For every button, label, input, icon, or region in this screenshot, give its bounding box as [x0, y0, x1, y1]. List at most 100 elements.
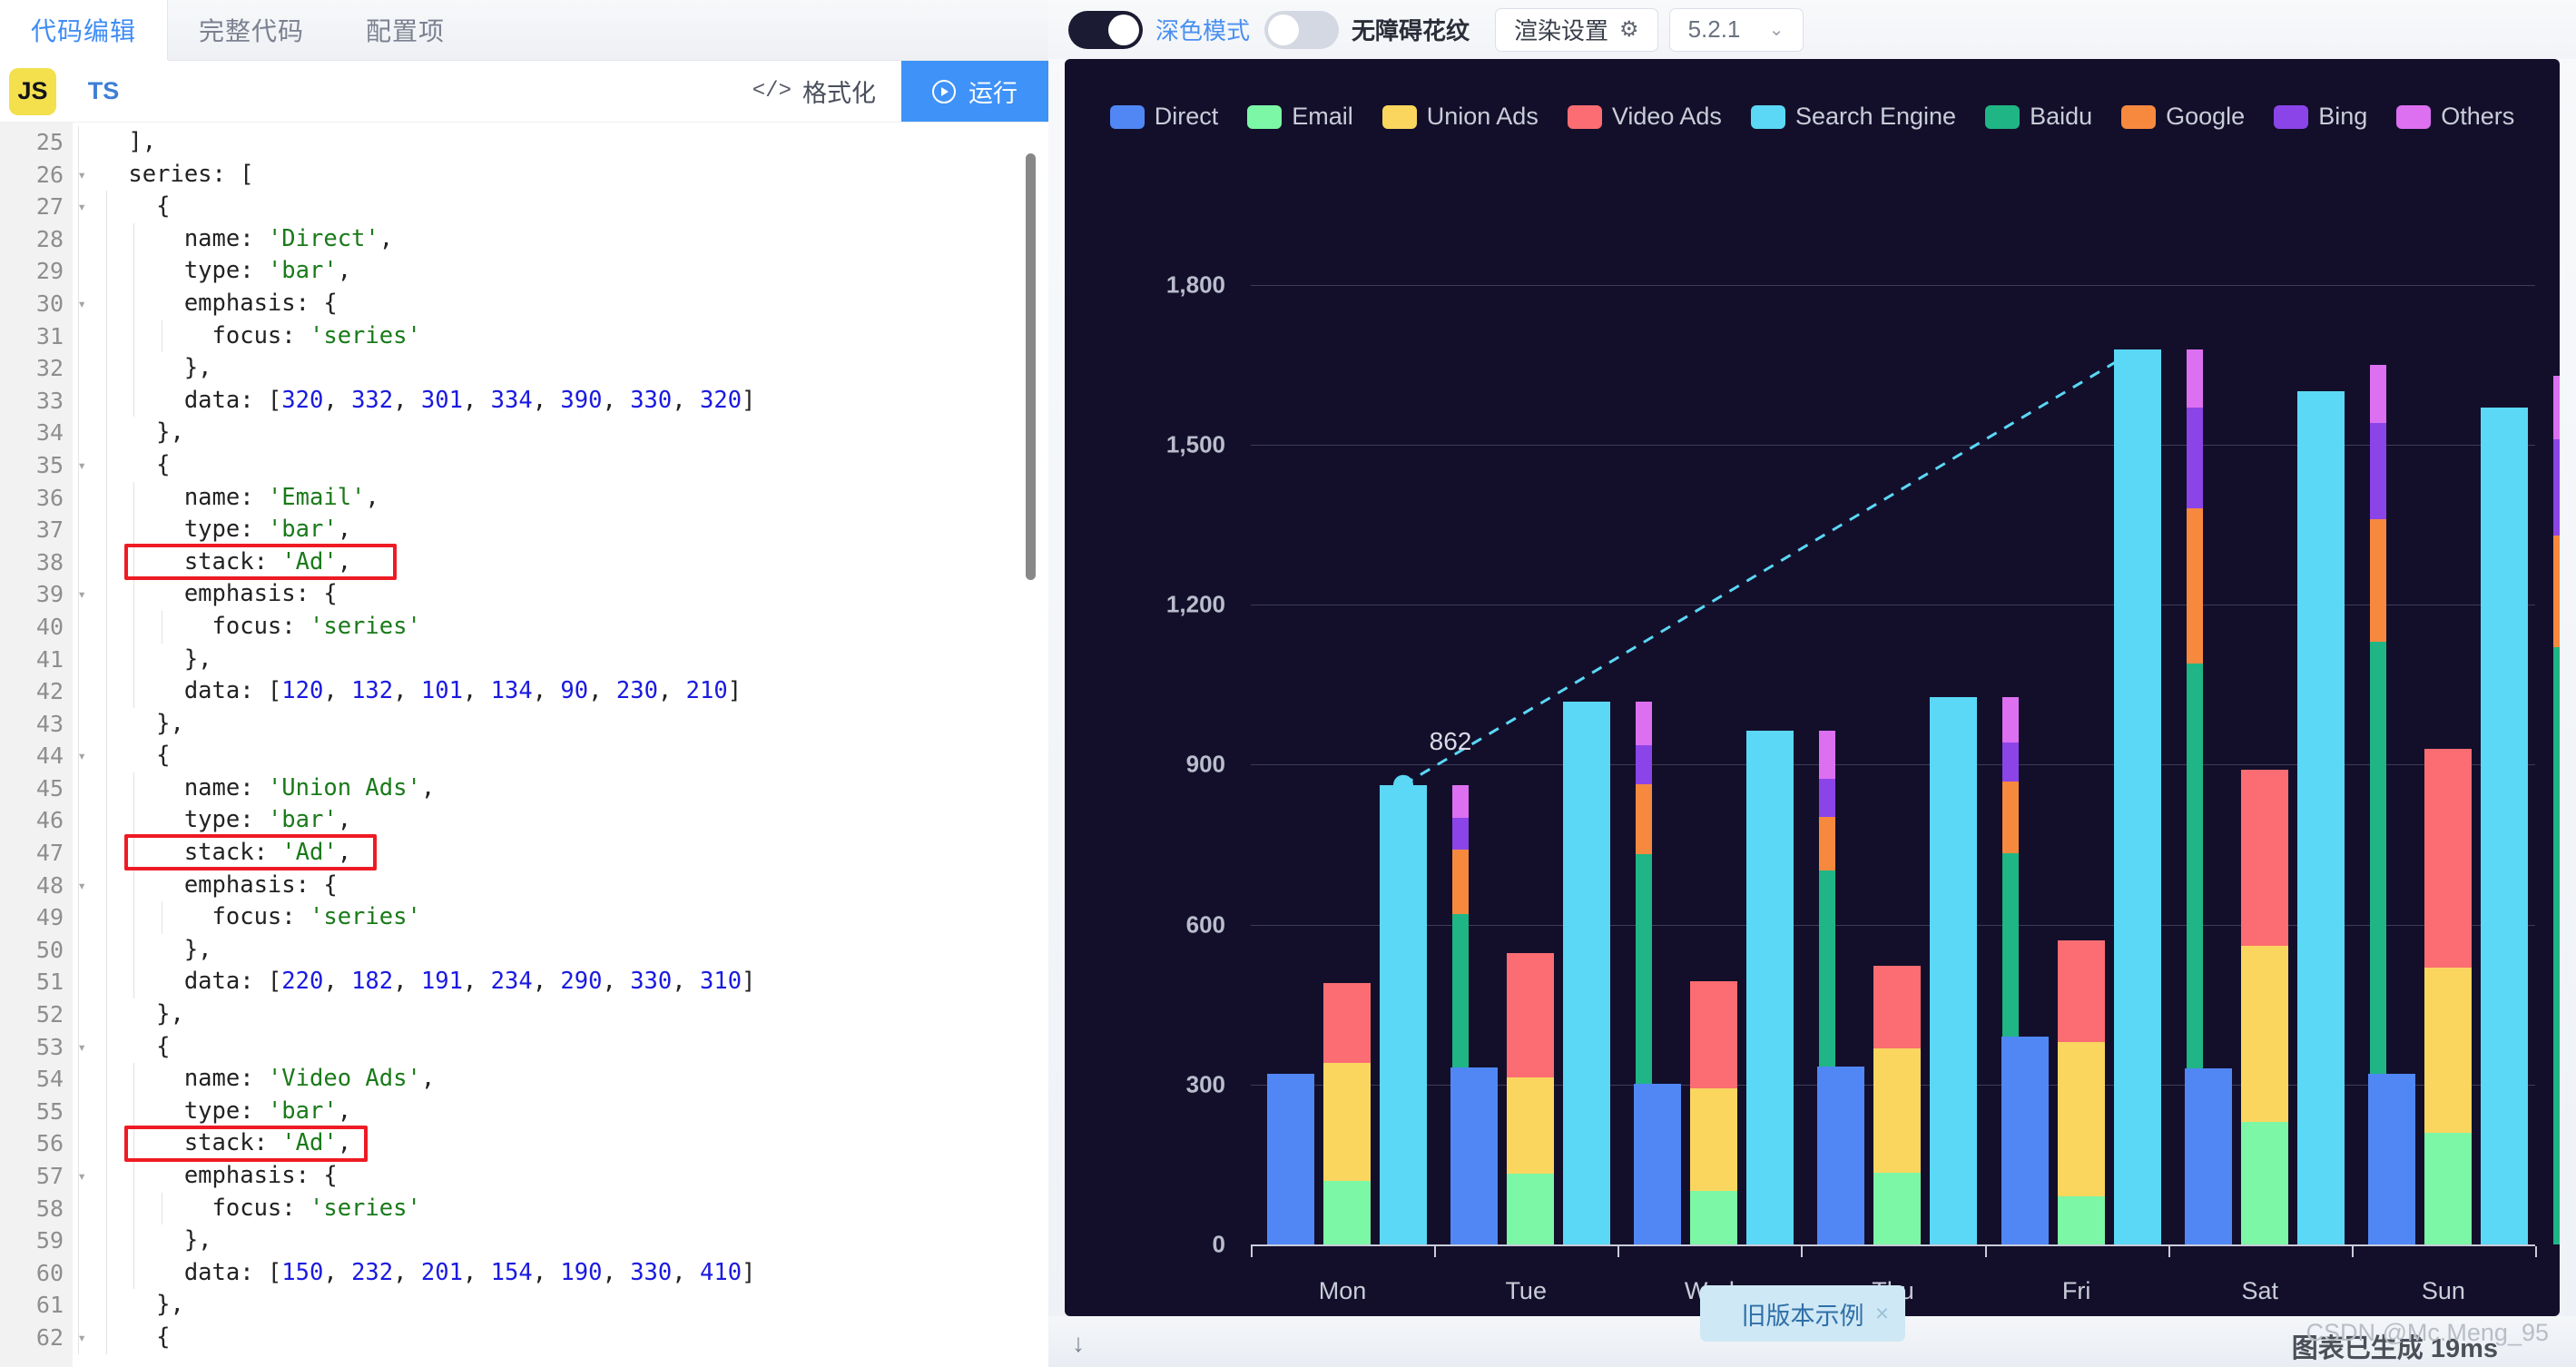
download-icon[interactable]: ↓ — [1072, 1329, 1085, 1358]
format-button[interactable]: </> 格式化 — [727, 61, 901, 122]
bar-email-wed[interactable] — [1690, 1190, 1738, 1244]
code-line[interactable]: stack: 'Ad', — [73, 546, 1048, 579]
code-line[interactable]: emphasis: { — [73, 578, 1048, 611]
bar-email-fri[interactable] — [2057, 1196, 2105, 1244]
bar-others-wed[interactable] — [1819, 730, 1836, 780]
bar-google-fri[interactable] — [2186, 508, 2203, 664]
code-line[interactable]: type: 'bar', — [73, 514, 1048, 546]
bar-union-ads-tue[interactable] — [1507, 1077, 1555, 1175]
code-line[interactable]: emphasis: { — [73, 869, 1048, 902]
close-icon[interactable]: × — [1875, 1300, 1889, 1328]
code-line[interactable]: data: [120, 132, 101, 134, 90, 230, 210] — [73, 675, 1048, 708]
bar-google-wed[interactable] — [1819, 816, 1836, 871]
code-line[interactable]: data: [320, 332, 301, 334, 390, 330, 320… — [73, 384, 1048, 418]
bar-email-sun[interactable] — [2424, 1132, 2472, 1244]
code-line[interactable]: }, — [73, 1289, 1048, 1322]
bar-others-tue[interactable] — [1636, 702, 1653, 746]
editor-tab-1[interactable]: 完整代码 — [168, 0, 335, 60]
code-line[interactable]: emphasis: { — [73, 1160, 1048, 1193]
code-line[interactable]: ], — [73, 126, 1048, 159]
bar-direct-fri[interactable] — [2001, 1036, 2049, 1244]
bar-video-ads-fri[interactable] — [2057, 940, 2105, 1042]
chart-canvas[interactable]: Direct Email Union Ads Video Ads Search Engi… — [1065, 59, 2560, 1316]
bar-union-ads-wed[interactable] — [1690, 1088, 1738, 1191]
bar-others-fri[interactable] — [2186, 349, 2203, 408]
toast-notification[interactable]: 旧版本示例 × — [1700, 1285, 1905, 1342]
code-line[interactable]: stack: 'Ad', — [73, 1127, 1048, 1160]
bar-direct-sat[interactable] — [2184, 1068, 2232, 1244]
bar-baidu-sun[interactable] — [2552, 647, 2560, 1244]
code-line[interactable]: focus: 'series' — [73, 901, 1048, 934]
version-select[interactable]: 5.2.1 ⌄ — [1668, 7, 1804, 52]
bar-bing-sat[interactable] — [2369, 423, 2386, 520]
code-line[interactable]: name: 'Direct', — [73, 222, 1048, 256]
code-line[interactable]: { — [73, 191, 1048, 223]
code-line[interactable]: }, — [73, 417, 1048, 449]
bar-others-sat[interactable] — [2369, 364, 2386, 424]
code-line[interactable]: stack: 'Ad', — [73, 837, 1048, 870]
bar-google-tue[interactable] — [1636, 783, 1653, 855]
code-line[interactable]: series: [ — [73, 158, 1048, 192]
bar-video-ads-wed[interactable] — [1690, 981, 1738, 1089]
lang-js-button[interactable]: JS — [9, 67, 56, 115]
render-settings-button[interactable]: 渲染设置 ⚙ — [1495, 7, 1658, 52]
lang-ts-button[interactable]: TS — [80, 68, 127, 115]
bar-video-ads-mon[interactable] — [1323, 983, 1371, 1064]
bar-direct-tue[interactable] — [1450, 1067, 1499, 1244]
bar-email-thu[interactable] — [1873, 1173, 1922, 1244]
code-line[interactable]: { — [73, 1030, 1048, 1064]
bar-video-ads-thu[interactable] — [1873, 966, 1922, 1048]
editor-tab-0[interactable]: 代码编辑 — [0, 0, 169, 61]
bar-bing-fri[interactable] — [2186, 407, 2203, 509]
code-line[interactable]: type: 'bar', — [73, 1095, 1048, 1128]
code-line[interactable]: }, — [73, 352, 1048, 385]
bar-union-ads-thu[interactable] — [1873, 1047, 1922, 1174]
bar-bing-wed[interactable] — [1819, 779, 1836, 817]
bar-search-engine-sat[interactable] — [2296, 391, 2345, 1244]
bar-others-mon[interactable] — [1452, 784, 1469, 819]
code-line[interactable]: name: 'Union Ads', — [73, 772, 1048, 805]
bar-search-engine-wed[interactable] — [1746, 730, 1794, 1244]
bar-video-ads-sat[interactable] — [2240, 770, 2288, 947]
pattern-toggle[interactable] — [1264, 10, 1340, 49]
code-line[interactable]: focus: 'series' — [73, 1192, 1048, 1225]
run-button[interactable]: 运行 — [901, 61, 1048, 122]
bar-video-ads-tue[interactable] — [1507, 953, 1555, 1077]
bar-bing-tue[interactable] — [1636, 745, 1653, 784]
bar-direct-mon[interactable] — [1267, 1074, 1314, 1244]
bar-google-thu[interactable] — [2002, 782, 2020, 853]
bar-bing-sun[interactable] — [2552, 439, 2560, 536]
code-line[interactable]: name: 'Email', — [73, 481, 1048, 515]
bar-bing-thu[interactable] — [2002, 742, 2020, 782]
bar-union-ads-sun[interactable] — [2424, 967, 2472, 1133]
bar-others-sun[interactable] — [2552, 375, 2560, 440]
code-line[interactable]: }, — [73, 998, 1048, 1031]
code-line[interactable]: }, — [73, 707, 1048, 741]
code-editor-area[interactable]: 25 26 ▾ 27 ▾ 28 29 30 ▾ 31 32 33 34 35 ▾ 36 37 38 39 ▾ 40 41 4… — [0, 123, 1048, 1367]
bar-email-mon[interactable] — [1323, 1180, 1371, 1244]
bar-email-tue[interactable] — [1507, 1174, 1555, 1244]
code-line[interactable]: }, — [73, 643, 1048, 676]
code-line[interactable]: focus: 'series' — [73, 610, 1048, 644]
code-line[interactable]: { — [73, 448, 1048, 482]
code-line[interactable]: { — [73, 740, 1048, 772]
bar-search-engine-fri[interactable] — [2113, 349, 2161, 1244]
code-line[interactable]: }, — [73, 933, 1048, 967]
code-line[interactable]: focus: 'series' — [73, 320, 1048, 353]
bar-search-engine-tue[interactable] — [1563, 702, 1611, 1244]
code-line[interactable]: emphasis: { — [73, 287, 1048, 320]
bar-email-sat[interactable] — [2240, 1121, 2288, 1244]
bar-direct-sun[interactable] — [2367, 1074, 2415, 1244]
bar-video-ads-sun[interactable] — [2424, 748, 2472, 968]
bar-search-engine-thu[interactable] — [1930, 697, 1978, 1244]
bar-union-ads-fri[interactable] — [2057, 1041, 2105, 1197]
bar-direct-thu[interactable] — [1817, 1066, 1865, 1244]
bar-union-ads-mon[interactable] — [1323, 1063, 1371, 1181]
editor-tab-2[interactable]: 配置项 — [335, 0, 476, 60]
code-lines[interactable]: ], series: [ { name: 'Direct', type: 'ba… — [73, 123, 1048, 1367]
code-line[interactable]: data: [150, 232, 201, 154, 190, 330, 410… — [73, 1256, 1048, 1290]
code-line[interactable]: }, — [73, 1224, 1048, 1257]
editor-vertical-scrollbar[interactable] — [1026, 153, 1036, 580]
bar-union-ads-sat[interactable] — [2240, 946, 2288, 1122]
bar-others-thu[interactable] — [2002, 697, 2020, 743]
